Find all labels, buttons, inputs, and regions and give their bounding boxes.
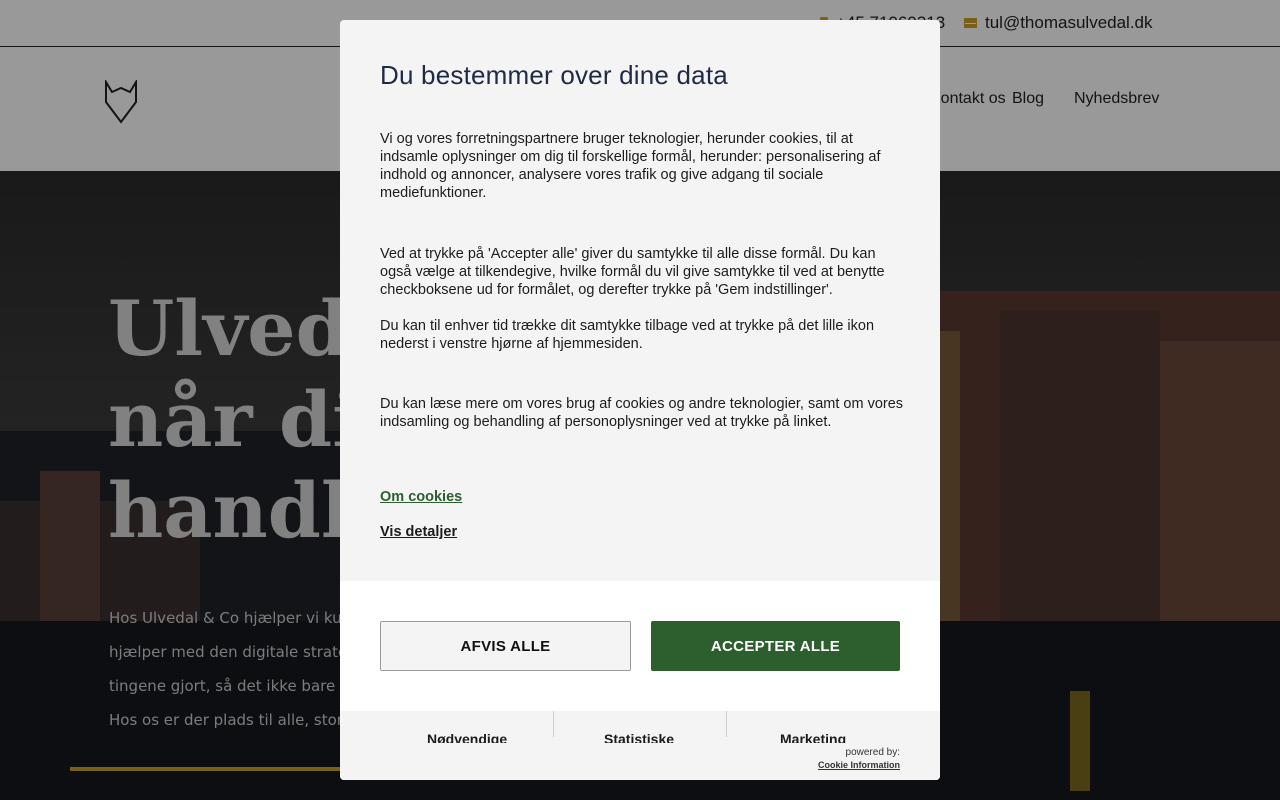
dialog-title: Du bestemmer over dine data: [380, 60, 728, 90]
category-necessary-tab[interactable]: Nødvendige: [427, 731, 507, 743]
category-divider: [553, 711, 554, 737]
consent-readmore-text: Du kan læse mere om vores brug af cookie…: [380, 396, 904, 430]
powered-by-badge: powered by: Cookie Information: [818, 746, 900, 772]
consent-intro-text: Vi og vores forretningspartnere bruger t…: [380, 131, 881, 201]
cookie-consent-dialog: Du bestemmer over dine data Vi og vores …: [340, 20, 940, 780]
consent-category-tabs: Nødvendige Statistiske Marketing powered…: [340, 711, 940, 780]
about-cookies-link[interactable]: Om cookies: [380, 489, 462, 505]
cookie-information-link[interactable]: Cookie Information: [818, 759, 900, 772]
powered-by-label: powered by:: [845, 747, 900, 758]
accept-all-button[interactable]: ACCEPTER ALLE: [651, 621, 900, 671]
show-details-link[interactable]: Vis detaljer: [380, 524, 457, 540]
consent-accept-text: Ved at trykke på 'Accepter alle' giver d…: [380, 246, 885, 298]
reject-all-button[interactable]: AFVIS ALLE: [380, 621, 631, 671]
consent-button-area: AFVIS ALLE ACCEPTER ALLE: [340, 581, 940, 711]
consent-withdraw-text: Du kan til enhver tid trække dit samtykk…: [380, 318, 875, 352]
category-statistics-tab[interactable]: Statistiske: [604, 731, 674, 743]
category-divider: [726, 711, 727, 737]
category-marketing-tab[interactable]: Marketing: [780, 731, 846, 743]
